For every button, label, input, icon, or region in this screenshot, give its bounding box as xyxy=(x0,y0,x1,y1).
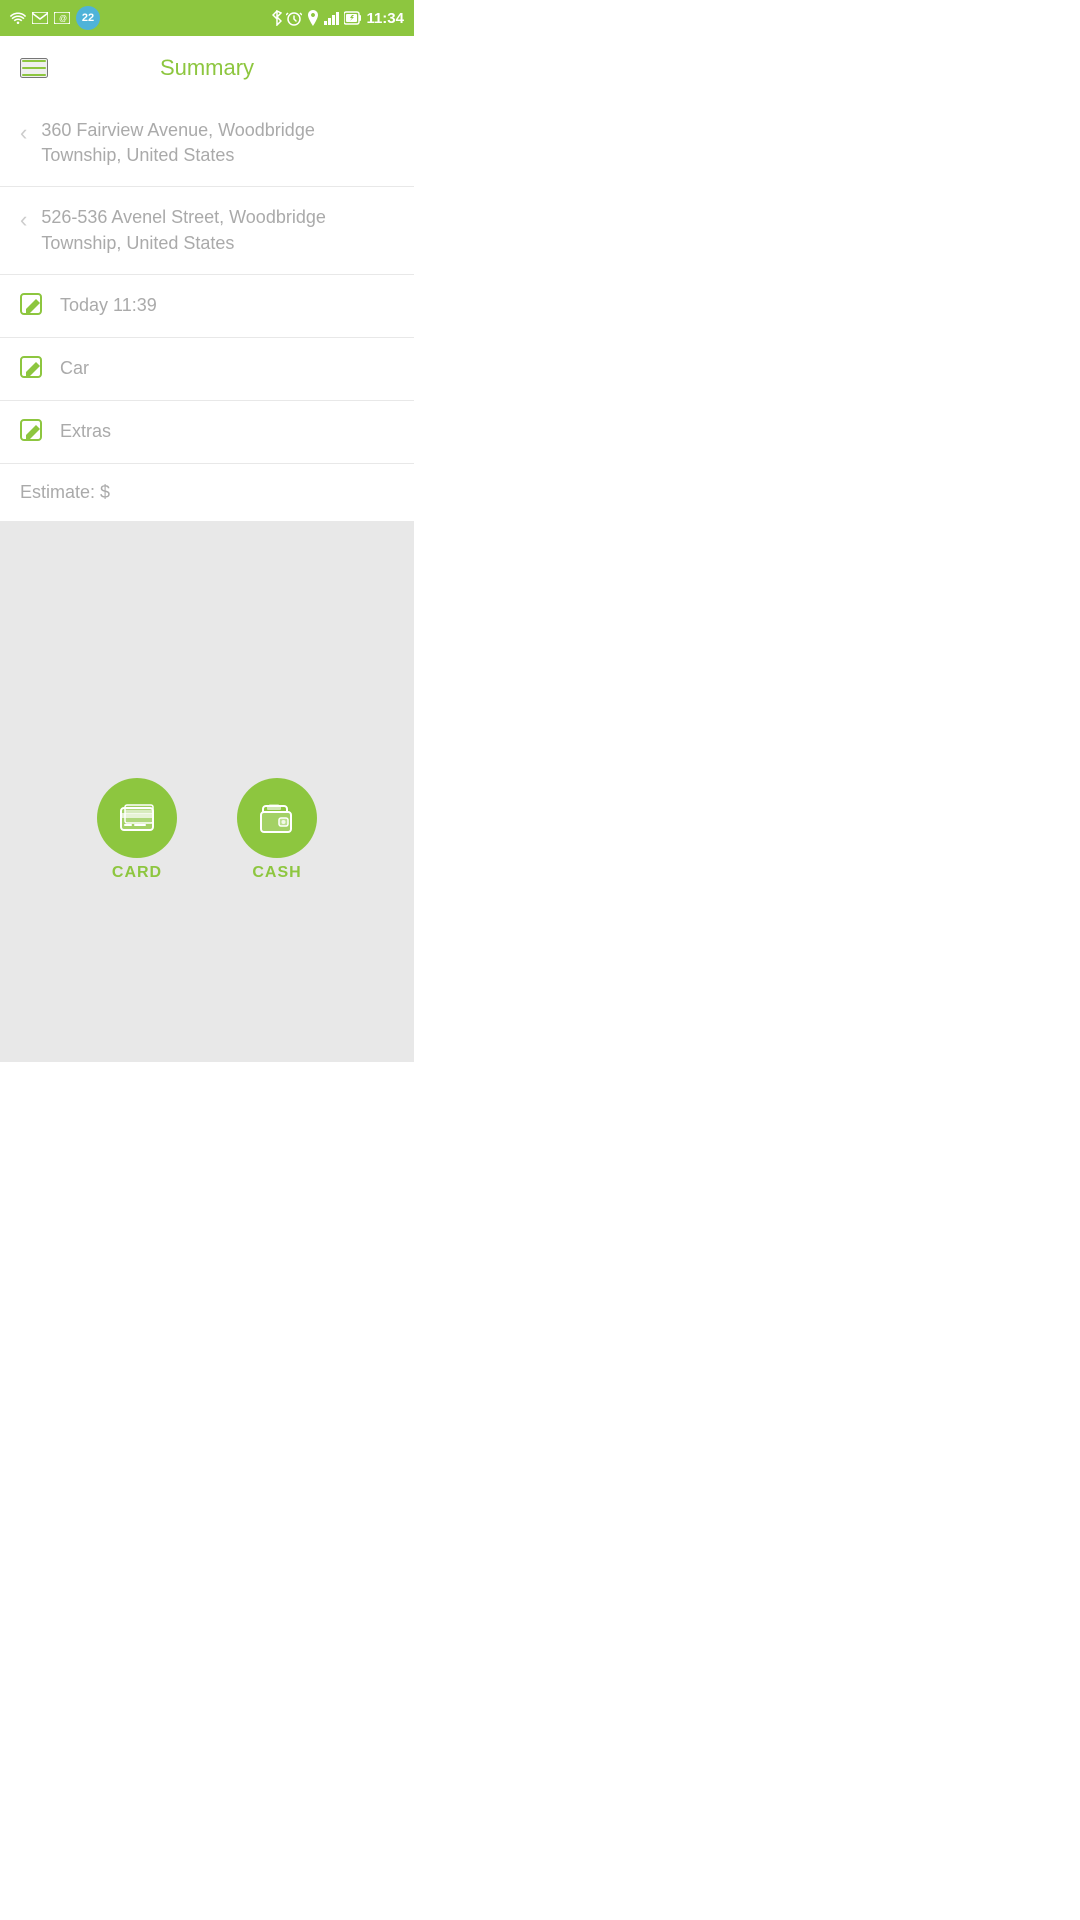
estimate-row: Estimate: $ xyxy=(0,464,414,522)
hamburger-line-1 xyxy=(22,60,46,62)
signal-icon xyxy=(324,11,340,25)
dropoff-row[interactable]: ‹ 526-536 Avenel Street, Woodbridge Town… xyxy=(0,187,414,274)
time-value: Today 11:39 xyxy=(60,293,157,318)
payment-buttons-area: CARD CASH xyxy=(0,760,414,920)
alarm-icon xyxy=(286,10,302,26)
dropoff-address: 526-536 Avenel Street, Woodbridge Townsh… xyxy=(41,205,394,255)
cash-payment-button[interactable]: CASH xyxy=(237,778,317,882)
battery-icon xyxy=(344,11,362,25)
email-icon xyxy=(32,12,48,24)
pickup-row[interactable]: ‹ 360 Fairview Avenue, Woodbridge Townsh… xyxy=(0,100,414,187)
email-at-icon: @ xyxy=(54,12,70,24)
bluetooth-icon xyxy=(272,10,282,26)
edit-icon-vehicle xyxy=(20,356,46,382)
status-icons-left: @ 22 xyxy=(10,6,100,30)
back-icon-dropoff: ‹ xyxy=(20,207,27,233)
vehicle-row[interactable]: Car xyxy=(0,338,414,401)
summary-list: ‹ 360 Fairview Avenue, Woodbridge Townsh… xyxy=(0,100,414,522)
hamburger-line-3 xyxy=(22,74,46,76)
edit-icon-extras xyxy=(20,419,46,445)
status-icons-right: 11:34 xyxy=(272,10,404,27)
cash-label: CASH xyxy=(252,864,301,882)
location-icon xyxy=(306,10,320,26)
card-icon xyxy=(115,796,159,840)
hamburger-line-2 xyxy=(22,67,46,69)
page-title: Summary xyxy=(160,55,254,81)
pickup-address: 360 Fairview Avenue, Woodbridge Township… xyxy=(41,118,394,168)
extras-row[interactable]: Extras xyxy=(0,401,414,464)
wifi-icon xyxy=(10,12,26,24)
cash-icon xyxy=(255,796,299,840)
vehicle-value: Car xyxy=(60,356,89,381)
card-payment-button[interactable]: CARD xyxy=(97,778,177,882)
notification-badge: 22 xyxy=(76,6,100,30)
svg-text:@: @ xyxy=(59,14,67,23)
card-label: CARD xyxy=(112,864,162,882)
time-row[interactable]: Today 11:39 xyxy=(0,275,414,338)
estimate-label: Estimate: $ xyxy=(20,482,110,502)
extras-value: Extras xyxy=(60,419,111,444)
header: Summary xyxy=(0,36,414,100)
back-icon-pickup: ‹ xyxy=(20,120,27,146)
edit-icon-time xyxy=(20,293,46,319)
status-time: 11:34 xyxy=(366,10,404,27)
cash-button-circle xyxy=(237,778,317,858)
status-bar: @ 22 xyxy=(0,0,414,36)
menu-button[interactable] xyxy=(20,58,48,78)
card-button-circle xyxy=(97,778,177,858)
